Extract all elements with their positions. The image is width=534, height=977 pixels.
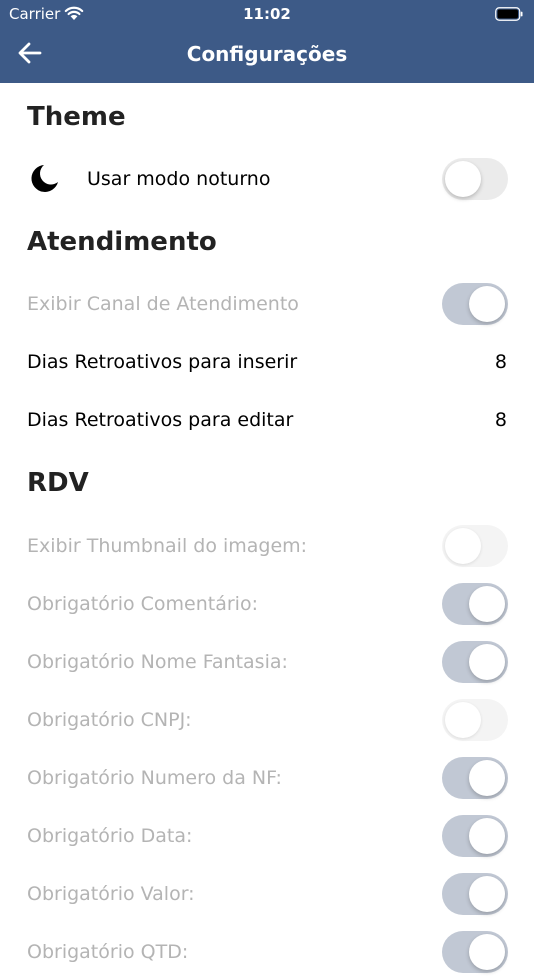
rdv-thumbnail-toggle[interactable]: [442, 525, 508, 567]
status-bar: Carrier 11:02: [0, 0, 534, 30]
exibir-canal-toggle[interactable]: [442, 283, 508, 325]
rdv-nome-fantasia-toggle[interactable]: [442, 641, 508, 683]
dias-editar-label: Dias Retroativos para editar: [27, 409, 294, 431]
battery-icon: [495, 7, 523, 21]
rdv-valor-toggle[interactable]: [442, 873, 508, 915]
dias-inserir-value: 8: [494, 351, 507, 373]
rdv-numero-nf-toggle[interactable]: [442, 757, 508, 799]
rdv-valor-row: Obrigatório Valor:: [0, 869, 534, 919]
section-title-theme: Theme: [27, 102, 126, 132]
moon-icon: [31, 165, 58, 192]
rdv-data-row: Obrigatório Data:: [0, 811, 534, 861]
rdv-cnpj-toggle[interactable]: [442, 699, 508, 741]
rdv-numero-nf-row: Obrigatório Numero da NF:: [0, 753, 534, 803]
exibir-canal-row: Exibir Canal de Atendimento: [0, 279, 534, 329]
dark-mode-label: Usar modo noturno: [87, 168, 271, 190]
page-title: Configurações: [186, 42, 348, 66]
rdv-cnpj-label: Obrigatório CNPJ:: [27, 709, 192, 731]
rdv-numero-nf-label: Obrigatório Numero da NF:: [27, 767, 282, 789]
dias-editar-value: 8: [494, 409, 507, 431]
dias-editar-row[interactable]: Dias Retroativos para editar 8: [0, 395, 534, 445]
rdv-thumbnail-label: Exibir Thumbnail do imagem:: [27, 535, 308, 557]
rdv-qtd-toggle[interactable]: [442, 931, 508, 973]
toggle-knob: [469, 934, 505, 970]
rdv-comentario-toggle[interactable]: [442, 583, 508, 625]
exibir-canal-label: Exibir Canal de Atendimento: [27, 293, 299, 315]
status-time: 11:02: [243, 5, 291, 23]
nav-header: Carrier 11:02 Configurações: [0, 0, 534, 83]
rdv-nome-fantasia-label: Obrigatório Nome Fantasia:: [27, 651, 288, 673]
toggle-knob: [469, 876, 505, 912]
rdv-cnpj-row: Obrigatório CNPJ:: [0, 695, 534, 745]
dias-inserir-row[interactable]: Dias Retroativos para inserir 8: [0, 337, 534, 387]
toggle-knob: [469, 818, 505, 854]
dark-mode-toggle[interactable]: [442, 158, 508, 200]
toggle-knob: [469, 286, 505, 322]
toggle-knob: [445, 161, 481, 197]
section-title-rdv: RDV: [27, 468, 89, 498]
toggle-knob: [445, 528, 481, 564]
toggle-knob: [469, 586, 505, 622]
toggle-knob: [469, 760, 505, 796]
toggle-knob: [469, 644, 505, 680]
dias-inserir-label: Dias Retroativos para inserir: [27, 351, 298, 373]
dark-mode-row: Usar modo noturno: [0, 154, 534, 204]
rdv-qtd-row: Obrigatório QTD:: [0, 927, 534, 977]
rdv-nome-fantasia-row: Obrigatório Nome Fantasia:: [0, 637, 534, 687]
rdv-thumbnail-row: Exibir Thumbnail do imagem:: [0, 521, 534, 571]
rdv-comentario-label: Obrigatório Comentário:: [27, 593, 258, 615]
rdv-comentario-row: Obrigatório Comentário:: [0, 579, 534, 629]
rdv-qtd-label: Obrigatório QTD:: [27, 941, 189, 963]
section-title-atendimento: Atendimento: [27, 227, 217, 257]
rdv-data-label: Obrigatório Data:: [27, 825, 193, 847]
rdv-valor-label: Obrigatório Valor:: [27, 883, 195, 905]
toggle-knob: [445, 702, 481, 738]
rdv-data-toggle[interactable]: [442, 815, 508, 857]
